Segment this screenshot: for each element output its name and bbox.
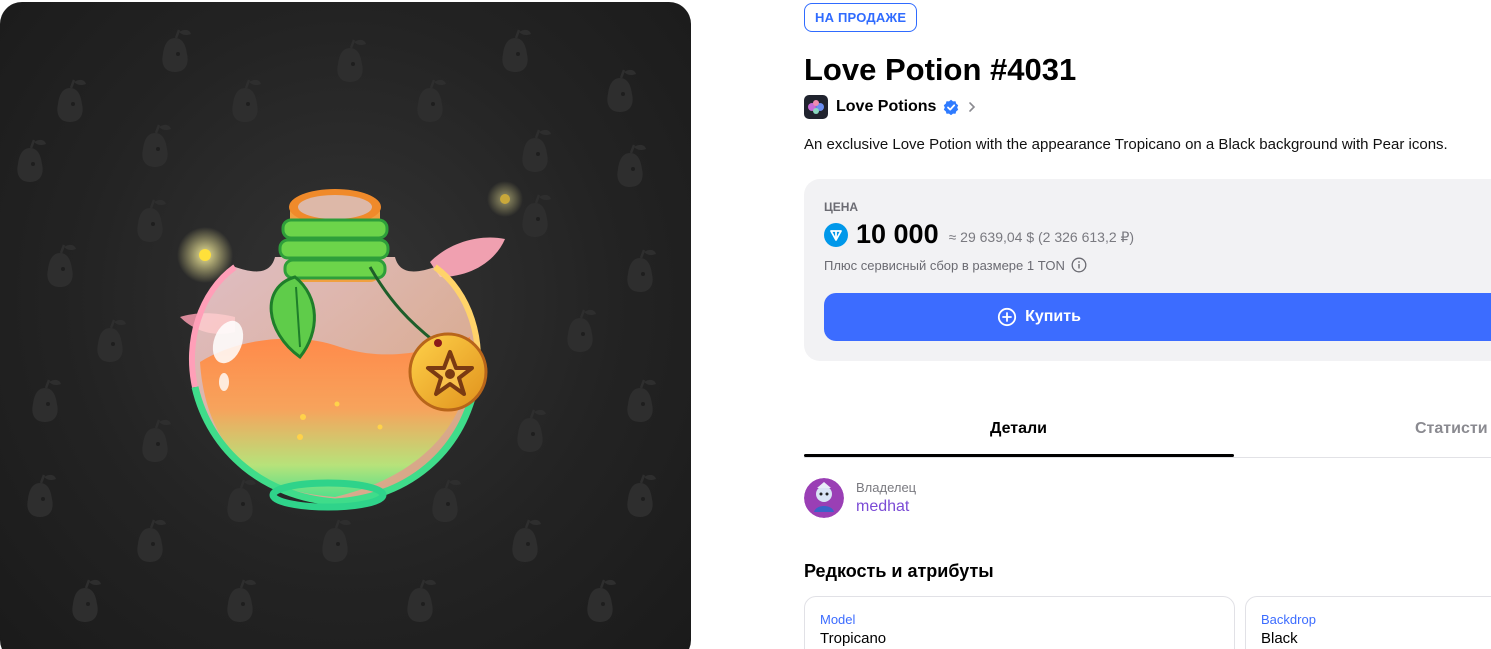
collection-name: Love Potions: [836, 98, 937, 115]
attributes-title: Редкость и атрибуты: [804, 561, 994, 581]
attribute-label: Backdrop: [1261, 612, 1316, 627]
buy-button[interactable]: Купить: [824, 293, 1491, 341]
active-tab-indicator: [804, 454, 1234, 457]
price-conversion: ≈ 29 639,04 $ (2 326 613,2 ₽): [948, 229, 1135, 245]
price-value: 10 000: [856, 219, 939, 249]
service-fee-text: Плюс сервисный сбор в размере 1 TON: [824, 257, 1065, 273]
attribute-value: Tropicano: [820, 630, 887, 647]
page-title: Love Potion #4031: [804, 52, 1077, 87]
collection-avatar: [804, 95, 828, 119]
status-badge: НА ПРОДАЖЕ: [804, 3, 918, 32]
collection-link[interactable]: Love Potions: [804, 95, 978, 119]
attribute-card-model[interactable]: Model Tropicano: [804, 596, 1235, 649]
price-label: ЦЕНА: [824, 200, 859, 214]
buy-button-label: Купить: [1025, 308, 1081, 325]
plus-circle-icon: [997, 307, 1017, 327]
price-row: 10 000 ≈ 29 639,04 $ (2 326 613,2 ₽): [824, 219, 1134, 250]
owner-block: Владелец medhat: [804, 478, 916, 518]
owner-info: Владелец medhat: [856, 480, 916, 516]
verified-check-icon: [944, 99, 959, 115]
ton-icon: [824, 222, 848, 247]
nft-description: An exclusive Love Potion with the appear…: [804, 136, 1448, 153]
service-fee-note: Плюс сервисный сбор в размере 1 TON: [824, 257, 1087, 273]
attribute-value: Black: [1261, 630, 1298, 647]
attribute-card-backdrop[interactable]: Backdrop Black: [1245, 596, 1491, 649]
attribute-label: Model: [820, 612, 856, 627]
owner-avatar[interactable]: [804, 478, 844, 518]
owner-name-link[interactable]: medhat: [856, 498, 916, 516]
potion-illustration: [16, 28, 658, 624]
chevron-right-icon: [969, 102, 976, 112]
tabs: Детали Статисти: [804, 410, 1491, 458]
tab-details[interactable]: Детали: [990, 420, 1047, 438]
nft-artwork: [0, 2, 691, 649]
tab-statistics[interactable]: Статисти: [1415, 420, 1488, 438]
page: НА ПРОДАЖЕ Love Potion #4031 Love Potion…: [0, 0, 1491, 649]
price-card: ЦЕНА 10 000 ≈ 29 639,04 $ (2 326 613,2 ₽…: [804, 179, 1491, 361]
info-icon[interactable]: [1071, 257, 1087, 273]
owner-label: Владелец: [856, 480, 917, 495]
